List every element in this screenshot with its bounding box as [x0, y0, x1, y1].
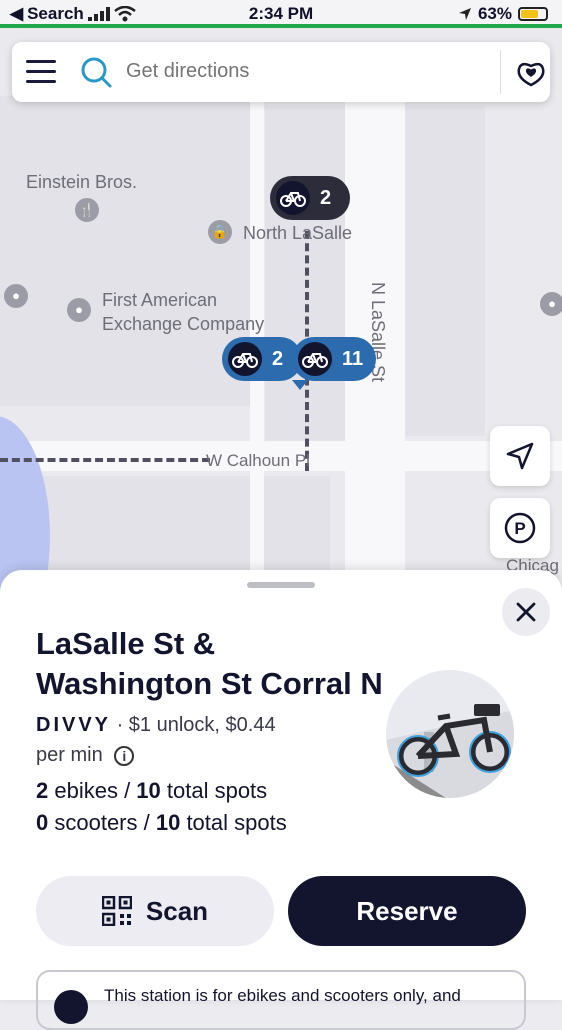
svg-text:P: P: [514, 519, 525, 538]
marker-count: 11: [342, 347, 364, 370]
info-icon[interactable]: i: [114, 745, 135, 766]
directions-search-input[interactable]: [126, 60, 486, 83]
station-title-line2: Washington St Corral N: [36, 666, 383, 701]
station-title: LaSalle St & Washington St Corral N: [36, 624, 386, 704]
sheet-drag-handle[interactable]: [247, 582, 315, 588]
bike-marker-selected[interactable]: 11: [292, 337, 376, 381]
locate-me-button[interactable]: [490, 426, 550, 486]
hamburger-menu-icon[interactable]: [26, 60, 56, 84]
poi-pin-icon[interactable]: ●: [540, 292, 562, 316]
poi-label: North LaSalle: [243, 223, 353, 243]
ebike-icon: [276, 181, 310, 215]
scooter-availability: 0 scooters / 10 total spots: [36, 810, 287, 835]
battery-icon: [518, 7, 548, 21]
poi-label: Exchange Company: [102, 314, 265, 334]
status-bar: ◀ Search 2:34 PM 63%: [0, 0, 562, 28]
parking-button[interactable]: P: [490, 498, 550, 558]
notice-text: This station is for ebikes and scooters …: [104, 986, 461, 1005]
map-block: [405, 106, 485, 436]
ebike-icon: [228, 342, 262, 376]
pricing-text-per-min: per min: [36, 744, 103, 766]
restaurant-icon[interactable]: 🍴: [75, 198, 99, 222]
location-arrow-icon: [458, 8, 471, 20]
search-divider: [500, 50, 501, 94]
close-icon: [516, 602, 536, 622]
poi-pin-icon[interactable]: ●: [67, 298, 91, 322]
poi-label: Einstein Bros.: [26, 172, 138, 192]
map-block: [0, 96, 250, 406]
ebike-availability: 2 ebikes / 10 total spots: [36, 778, 268, 803]
divvy-logo: DIVVY: [36, 714, 112, 736]
street-label: W Calhoun Pl: [206, 451, 310, 470]
ebike-photo: [386, 670, 514, 798]
qr-code-icon: [101, 896, 132, 926]
close-button[interactable]: [502, 588, 550, 636]
poi-pin-icon[interactable]: ●: [4, 284, 28, 308]
pricing-text: · $1 unlock, $0.44: [116, 714, 276, 736]
favorites-heart-icon[interactable]: [516, 58, 546, 88]
bike-marker[interactable]: 2: [270, 176, 350, 220]
battery-percent: 63%: [477, 4, 512, 23]
search-icon: [81, 57, 112, 88]
station-title-line1: LaSalle St &: [36, 626, 216, 661]
scan-label: Scan: [145, 895, 209, 926]
call-indicator-line: [0, 24, 562, 28]
notice-icon: [54, 990, 88, 1024]
reserve-label: Reserve: [356, 895, 458, 926]
marker-count: 2: [320, 186, 332, 209]
route-line: [0, 458, 210, 462]
poi-label: First American: [102, 290, 218, 310]
marker-count: 2: [272, 347, 284, 370]
bike-marker[interactable]: 2: [222, 337, 302, 381]
scan-button[interactable]: Scan: [36, 876, 274, 946]
reserve-button[interactable]: Reserve: [288, 876, 526, 946]
map-view[interactable]: Einstein Bros. 🍴 🔒 North LaSalle ● ● Fir…: [0, 26, 562, 606]
shopping-icon[interactable]: 🔒: [208, 220, 232, 244]
station-detail-sheet: LaSalle St & Washington St Corral N DIVV…: [0, 570, 562, 1030]
bike-icon: [298, 342, 332, 376]
navigation-arrow-icon: [506, 442, 534, 470]
station-notice: This station is for ebikes and scooters …: [36, 970, 526, 1030]
search-bar: [12, 42, 550, 102]
pricing-info: DIVVY · $1 unlock, $0.44 per min i: [36, 710, 366, 770]
parking-icon: P: [504, 512, 536, 544]
marker-pointer: [292, 380, 308, 390]
